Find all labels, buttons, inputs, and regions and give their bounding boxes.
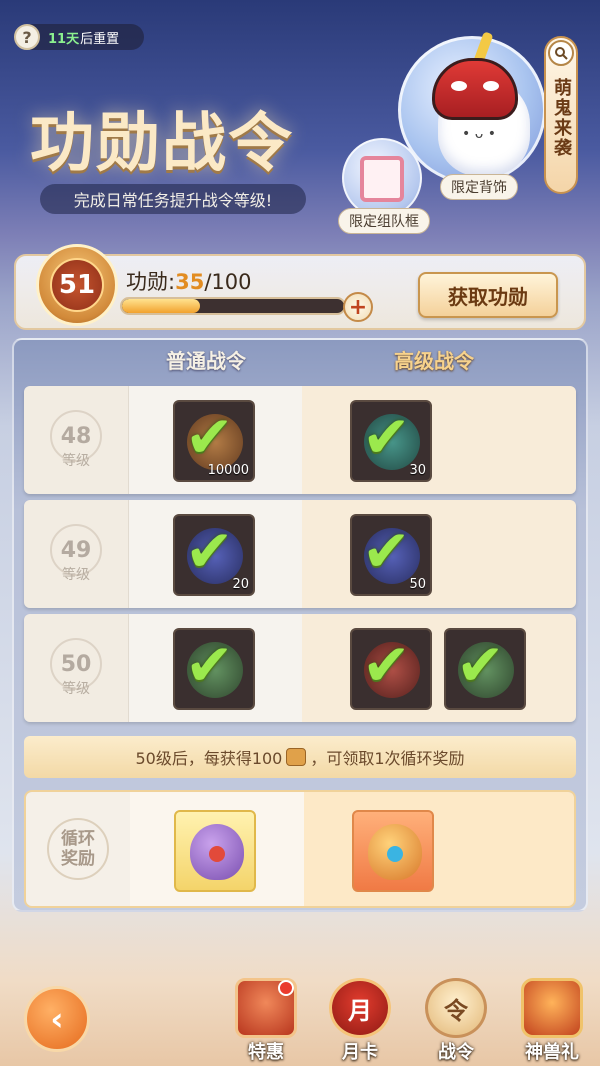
pouch-gem-icon: [387, 846, 403, 862]
reward-count: 10000: [207, 463, 249, 478]
level-cell: 48 等级: [24, 386, 128, 494]
reward-item[interactable]: ✔: [444, 628, 526, 710]
merit-progress-text: 功勋:35/100: [126, 266, 251, 296]
claimed-check-icon: ✔: [362, 403, 411, 471]
reward-item[interactable]: ✔ 20: [173, 514, 255, 596]
row-level-unit: 等级: [62, 567, 90, 583]
claimed-check-icon: ✔: [185, 403, 234, 471]
nav-special-offer[interactable]: 特惠: [228, 978, 304, 1064]
add-merit-button[interactable]: +: [343, 292, 373, 322]
reset-timer: ? 11天 后重置: [14, 24, 144, 50]
limited-back-accessory-tag: 限定背饰: [440, 174, 518, 200]
reward-count: 50: [409, 577, 426, 592]
loop-note-prefix: 50级后，每获得100: [135, 749, 283, 768]
battle-pass-icon: 令: [425, 978, 487, 1038]
normal-reward-cell: ✔ 20: [128, 500, 302, 608]
row-level-unit: 等级: [62, 453, 90, 469]
nav-label: 神兽礼: [525, 1042, 579, 1063]
limited-team-frame-tag: 限定组队框: [338, 208, 430, 234]
level-cell: 49 等级: [24, 500, 128, 608]
reward-item[interactable]: ✔ 10000: [173, 400, 255, 482]
nav-battle-pass[interactable]: 令 战令: [418, 978, 494, 1064]
claimed-check-icon: ✔: [456, 631, 505, 699]
reward-item[interactable]: ✔ 30: [350, 400, 432, 482]
loop-note-suffix: ，可领取1次循环奖励: [310, 749, 465, 768]
help-button[interactable]: ?: [14, 24, 40, 50]
level-cell: 50 等级: [24, 614, 128, 722]
level-badge: 51: [36, 244, 118, 326]
loop-normal-cell: [130, 792, 304, 906]
claimed-check-icon: ✔: [362, 631, 411, 699]
premium-reward-cell: ✔ 50: [302, 500, 576, 608]
premium-pass-header: 高级战令: [394, 349, 474, 373]
loop-reward-note: 50级后，每获得100 ，可领取1次循环奖励: [24, 736, 576, 778]
merit-total: /100: [204, 270, 252, 294]
loop-premium-cell: [304, 792, 574, 906]
reward-item[interactable]: ✔ 50: [350, 514, 432, 596]
loop-reward-label: 循环奖励: [47, 818, 109, 880]
merit-progress-bar: [120, 297, 346, 315]
page-subtitle: 完成日常任务提升战令等级!: [40, 184, 306, 214]
nav-label: 特惠: [248, 1042, 284, 1063]
ghost-face-icon: • ᴗ •: [462, 126, 496, 142]
reward-row-48: 48 等级 ✔ 10000 ✔ 30: [24, 386, 576, 494]
claimed-check-icon: ✔: [362, 517, 411, 585]
loop-reward-row: 循环奖励: [24, 790, 576, 908]
loop-normal-reward[interactable]: [174, 810, 256, 892]
normal-pass-header: 普通战令: [166, 349, 246, 373]
reward-item[interactable]: ✔: [173, 628, 255, 710]
reward-count: 20: [232, 577, 249, 592]
merit-progress-fill: [122, 299, 200, 313]
claimed-check-icon: ✔: [185, 631, 234, 699]
premium-reward-cell: ✔ 30: [302, 386, 576, 494]
reward-row-50: 50 等级 ✔ ✔ ✔: [24, 614, 576, 722]
event-side-tab-label: 萌鬼来袭: [551, 78, 572, 158]
nav-label: 战令: [438, 1042, 474, 1063]
reset-days: 11天: [48, 31, 80, 47]
merit-current: 35: [175, 270, 205, 294]
level-number: 51: [50, 258, 104, 312]
normal-reward-cell: ✔: [128, 614, 302, 722]
nav-beast-gift[interactable]: 神兽礼: [514, 978, 590, 1064]
page-title: 功勋战令: [30, 106, 294, 181]
normal-reward-cell: ✔ 10000: [128, 386, 302, 494]
reward-row-49: 49 等级 ✔ 20 ✔ 50: [24, 500, 576, 608]
nav-month-card[interactable]: 月 月卡: [322, 978, 398, 1064]
search-icon[interactable]: [548, 40, 574, 66]
loop-label-cell: 循环奖励: [26, 792, 130, 906]
reward-count: 30: [409, 463, 426, 478]
reward-item[interactable]: ✔: [350, 628, 432, 710]
month-card-icon: 月: [329, 978, 391, 1038]
reset-suffix: 后重置: [80, 31, 120, 47]
get-merit-button[interactable]: 获取功勋: [418, 272, 558, 318]
merit-label: 功勋:: [126, 270, 176, 294]
notification-dot: [278, 980, 294, 996]
premium-reward-cell: ✔ ✔: [302, 614, 576, 722]
nav-label: 月卡: [342, 1042, 378, 1063]
claimed-check-icon: ✔: [185, 517, 234, 585]
team-frame-icon: [360, 156, 404, 202]
row-level-unit: 等级: [62, 681, 90, 697]
loop-premium-reward[interactable]: [352, 810, 434, 892]
pouch-clasp-icon: [209, 846, 225, 862]
back-button[interactable]: ‹: [24, 986, 90, 1052]
merit-token-icon: [286, 748, 307, 766]
event-side-tab[interactable]: 萌鬼来袭: [544, 36, 578, 194]
beast-gift-icon: [521, 978, 583, 1038]
